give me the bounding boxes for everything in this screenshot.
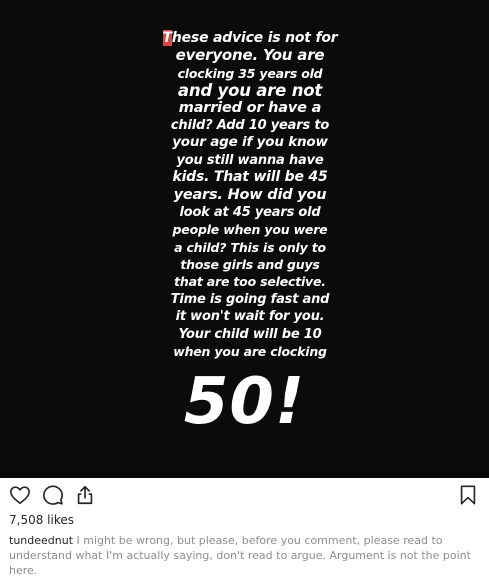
post-caption: tundeednut I might be wrong, but please,… (9, 533, 481, 578)
text-cursor-highlight: T (162, 30, 172, 46)
share-icon[interactable] (74, 484, 96, 506)
story-line: clocking 35 years old (177, 65, 323, 81)
story-line: child? Add 10 years to (170, 117, 330, 133)
story-line: Time is going fast and (170, 291, 330, 307)
story-line: look at 45 years old (179, 204, 321, 220)
heart-icon[interactable] (9, 484, 31, 506)
caption-text: I might be wrong, but please, before you… (9, 534, 471, 577)
post-actions-bar (0, 484, 489, 510)
story-line: married or have a (178, 99, 322, 116)
story-line: Your child will be 10 (178, 326, 322, 342)
story-line: those girls and guys (180, 257, 320, 273)
story-text-overlay: These advice is not for everyone. You are… (160, 30, 340, 360)
story-line: you still wanna have (176, 152, 324, 168)
story-line: a child? This is only to (174, 239, 326, 255)
story-line: These advice is not for (160, 30, 340, 47)
story-line: everyone. You are (175, 46, 325, 65)
post-image[interactable]: These advice is not for everyone. You are… (0, 0, 489, 478)
story-line: it won't wait for you. (175, 309, 325, 325)
story-line: and you are not (177, 81, 323, 101)
caption-username[interactable]: tundeednut (9, 534, 73, 547)
likes-count[interactable]: 7,508 likes (9, 513, 74, 527)
story-line: years. How did you (173, 186, 327, 203)
story-line: people when you were (172, 222, 328, 238)
story-line: when you are clocking (173, 344, 327, 360)
story-line: that are too selective. (174, 274, 326, 290)
bookmark-icon[interactable] (457, 484, 479, 506)
story-line: kids. That will be 45 (172, 169, 328, 186)
comment-icon[interactable] (42, 484, 64, 506)
story-line-rest: hese advice is not for (171, 30, 338, 46)
story-line: your age if you know (172, 134, 328, 151)
story-big-number: 50! (183, 365, 306, 439)
